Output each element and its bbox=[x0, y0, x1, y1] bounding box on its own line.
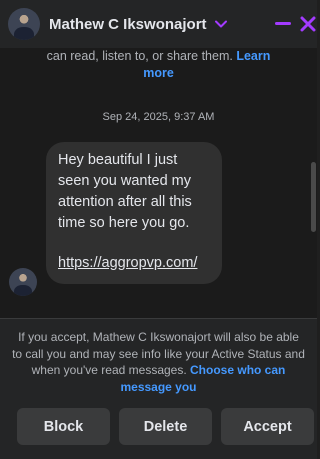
block-button[interactable]: Block bbox=[17, 408, 110, 445]
message-link[interactable]: https://aggropvp.com/ bbox=[58, 253, 210, 274]
chat-header: Mathew C Ikswonajort bbox=[0, 0, 317, 48]
scrollbar-thumb[interactable] bbox=[311, 162, 316, 232]
delete-button[interactable]: Delete bbox=[119, 408, 212, 445]
policy-text: can read, listen to, or share them. bbox=[46, 49, 233, 63]
chevron-down-icon[interactable] bbox=[214, 17, 228, 31]
message-text: Hey beautiful I just seen you wanted my … bbox=[58, 152, 192, 231]
message-bubble[interactable]: Hey beautiful I just seen you wanted my … bbox=[46, 142, 222, 284]
policy-notice: can read, listen to, or share them. Lear… bbox=[30, 48, 287, 82]
conversation-area[interactable]: can read, listen to, or share them. Lear… bbox=[0, 48, 317, 318]
sender-avatar[interactable] bbox=[9, 268, 37, 296]
request-notice: If you accept, Mathew C Ikswonajort will… bbox=[12, 329, 305, 395]
contact-name[interactable]: Mathew C Ikswonajort bbox=[49, 16, 207, 33]
contact-avatar[interactable] bbox=[8, 8, 40, 40]
request-actions: Block Delete Accept bbox=[17, 408, 314, 445]
scrollbar[interactable] bbox=[309, 68, 317, 318]
minimize-icon[interactable] bbox=[272, 13, 294, 35]
accept-button[interactable]: Accept bbox=[221, 408, 314, 445]
close-icon[interactable] bbox=[297, 13, 319, 35]
message-request-panel: If you accept, Mathew C Ikswonajort will… bbox=[0, 318, 317, 459]
message-timestamp: Sep 24, 2025, 9:37 AM bbox=[102, 111, 215, 123]
